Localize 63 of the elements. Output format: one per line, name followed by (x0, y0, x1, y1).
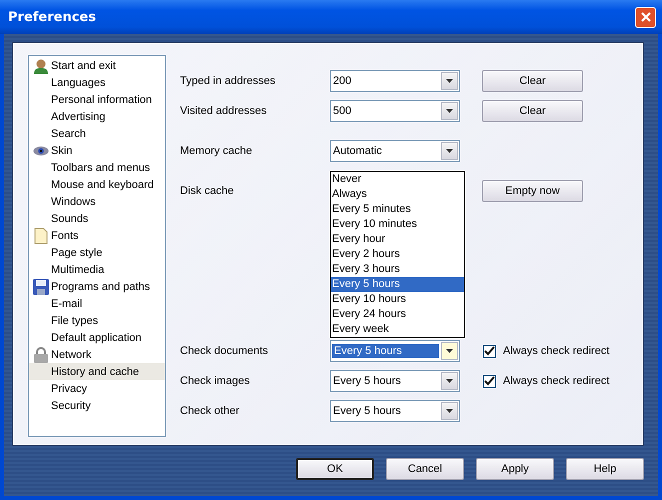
dropdown-option[interactable]: Every 5 minutes (331, 202, 464, 217)
checkbox-label: Always check redirect (503, 375, 610, 387)
setting-label: Disk cache (180, 185, 235, 197)
padlock-icon (33, 346, 49, 362)
category-item[interactable]: Page style (29, 244, 165, 261)
category-item[interactable]: Windows (29, 193, 165, 210)
setting-label: Check images (180, 375, 251, 387)
category-item[interactable]: File types (29, 312, 165, 329)
category-item[interactable]: Sounds (29, 210, 165, 227)
category-item[interactable]: Default application (29, 329, 165, 346)
setting-label: Check other (180, 405, 240, 417)
setting-label: Memory cache (180, 145, 254, 157)
action-button[interactable]: Clear (482, 100, 583, 122)
category-item[interactable]: Security (29, 397, 165, 414)
dialog-button[interactable]: OK (296, 458, 374, 480)
window-title: Preferences (8, 10, 96, 24)
checkbox[interactable] (483, 344, 496, 358)
category-item[interactable]: Network (29, 346, 165, 363)
action-button[interactable]: Empty now (482, 180, 583, 202)
action-button[interactable]: Clear (482, 70, 583, 92)
setting-label: Typed in addresses (180, 75, 276, 87)
dropdown-option[interactable]: Every 5 hours (331, 277, 464, 292)
close-button[interactable] (635, 6, 656, 28)
category-item[interactable]: Fonts (29, 227, 165, 244)
dropdown-field[interactable]: Automatic (330, 140, 460, 162)
setting-label: Visited addresses (180, 105, 268, 117)
category-item[interactable]: Personal information (29, 91, 165, 108)
dropdown-option[interactable]: Every hour (331, 232, 464, 247)
dialog-button[interactable]: Apply (476, 458, 554, 480)
close-icon (640, 11, 652, 23)
dropdown-field[interactable]: 200 (330, 70, 460, 92)
category-item[interactable]: E-mail (29, 295, 165, 312)
setting-label: Check documents (180, 345, 270, 357)
dropdown-field[interactable]: 500 (330, 100, 460, 122)
dropdown-option[interactable]: Every 24 hours (331, 307, 464, 322)
checkbox-label: Always check redirect (503, 345, 610, 357)
category-item[interactable]: Privacy (29, 380, 165, 397)
category-item[interactable]: Toolbars and menus (29, 159, 165, 176)
checkbox[interactable] (483, 374, 496, 388)
dropdown-option[interactable]: Every week (331, 322, 464, 337)
dropdown-option[interactable]: Every 10 minutes (331, 217, 464, 232)
category-item[interactable]: Programs and paths (29, 278, 165, 295)
dropdown-option[interactable]: Every 3 hours (331, 262, 464, 277)
category-item[interactable]: Languages (29, 74, 165, 91)
category-item[interactable]: Advertising (29, 108, 165, 125)
document-icon (33, 228, 49, 244)
dropdown-field[interactable]: Every 5 hours (330, 400, 460, 422)
dropdown-option[interactable]: Every 2 hours (331, 247, 464, 262)
dropdown-option[interactable]: Every 10 hours (331, 292, 464, 307)
dropdown-field[interactable]: Every 5 hours (330, 370, 460, 392)
dropdown-field[interactable]: Every 5 hours (330, 340, 460, 362)
dialog-button[interactable]: Cancel (386, 458, 464, 480)
category-item[interactable]: Mouse and keyboard (29, 176, 165, 193)
dropdown-option[interactable]: Always (331, 187, 464, 202)
category-item[interactable]: Skin (29, 142, 165, 159)
dropdown-option[interactable]: Never (331, 172, 464, 187)
dialog-button[interactable]: Help (566, 458, 644, 480)
eye-icon (33, 144, 49, 156)
category-item[interactable]: Start and exit (29, 57, 165, 74)
category-item[interactable]: History and cache (29, 363, 165, 380)
category-item[interactable]: Search (29, 125, 165, 142)
category-item[interactable]: Multimedia (29, 261, 165, 278)
person-icon (33, 58, 49, 74)
